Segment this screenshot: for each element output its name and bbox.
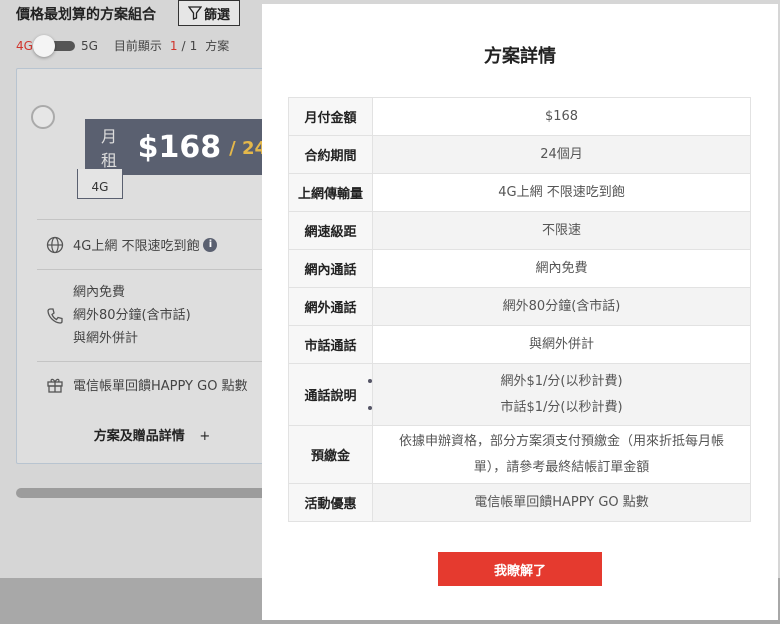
row-value: 電信帳單回饋HAPPY GO 點數 bbox=[372, 483, 751, 522]
table-row: 網內通話 網內免費 bbox=[288, 249, 751, 288]
filter-button[interactable]: 篩選 bbox=[178, 0, 240, 26]
price-tag: 月租 $168 / 24個 bbox=[85, 119, 285, 175]
network-toggle[interactable] bbox=[32, 34, 75, 57]
plan-select-radio[interactable] bbox=[31, 105, 55, 129]
feature-data-text: 4G上網 不限速吃到飽 bbox=[73, 239, 200, 254]
row-value: 網外80分鐘(含市話) bbox=[372, 287, 751, 326]
network-4g-label: 4G bbox=[16, 38, 33, 53]
row-label: 月付金額 bbox=[288, 97, 373, 136]
row-value: 24個月 bbox=[372, 135, 751, 174]
horizontal-scrollbar[interactable] bbox=[16, 488, 276, 498]
plan-details-label: 方案及贈品詳情 bbox=[93, 429, 185, 444]
row-value-line1: 網外$1/分(以秒計費) bbox=[500, 373, 623, 389]
feature-call-line1: 網內免費 bbox=[73, 285, 126, 300]
globe-icon bbox=[37, 236, 73, 254]
row-label: 網內通話 bbox=[288, 249, 373, 288]
info-icon[interactable]: i bbox=[203, 237, 218, 252]
table-row: 市話通話 與網外併計 bbox=[288, 325, 751, 364]
feature-data: 4G上網 不限速吃到飽 i bbox=[37, 219, 277, 269]
row-value: $168 bbox=[372, 97, 751, 136]
row-label: 合約期間 bbox=[288, 135, 373, 174]
plus-icon: + bbox=[199, 429, 211, 444]
row-value-line2: 單），請參考最終結帳訂單金額 bbox=[473, 459, 650, 475]
price-amount: $168 bbox=[137, 129, 222, 165]
count-separator: / bbox=[181, 38, 186, 53]
price-label: 月租 bbox=[101, 127, 118, 170]
row-value-line1: 依據申辦資格，部分方案須支付預繳金（用來折抵每月帳 bbox=[398, 433, 724, 449]
row-label: 上網傳輸量 bbox=[288, 173, 373, 212]
feature-call-line2: 網外80分鐘(含市話) bbox=[73, 308, 191, 323]
page-title: 價格最划算的方案組合 bbox=[16, 7, 156, 23]
gift-icon bbox=[37, 376, 73, 394]
network-5g-label: 5G bbox=[80, 38, 98, 53]
row-value: 網內免費 bbox=[372, 249, 751, 288]
plan-card[interactable]: 月租 $168 / 24個 4G 4G上網 不限速吃到飽 i 網內免費 網外80… bbox=[16, 68, 286, 464]
plan-details-link[interactable]: 方案及贈品詳情 + bbox=[17, 425, 287, 444]
table-row: 網外通話 網外80分鐘(含市話) bbox=[288, 287, 751, 326]
modal-title: 方案詳情 bbox=[484, 46, 556, 67]
row-label: 活動優惠 bbox=[288, 483, 373, 522]
bullet-marker bbox=[368, 406, 372, 410]
row-label: 通話說明 bbox=[288, 363, 373, 426]
row-value: 網外$1/分(以秒計費) 市話$1/分(以秒計費) bbox=[372, 363, 751, 426]
filter-icon bbox=[187, 6, 202, 20]
feature-bonus-text: 電信帳單回饋HAPPY GO 點數 bbox=[73, 379, 248, 394]
row-label: 網速級距 bbox=[288, 211, 373, 250]
table-row: 活動優惠 電信帳單回饋HAPPY GO 點數 bbox=[288, 483, 751, 522]
bullet-marker bbox=[368, 379, 372, 383]
row-value: 4G上網 不限速吃到飽 bbox=[372, 173, 751, 212]
row-label: 網外通話 bbox=[288, 287, 373, 326]
table-row: 月付金額 $168 bbox=[288, 97, 751, 136]
toggle-knob[interactable] bbox=[32, 34, 55, 57]
phone-icon bbox=[37, 307, 73, 325]
table-row: 預繳金 依據申辦資格，部分方案須支付預繳金（用來折抵每月帳 單），請參考最終結帳… bbox=[288, 425, 751, 484]
count-total: 1 bbox=[189, 38, 198, 53]
feature-call-line3: 與網外併計 bbox=[73, 331, 139, 346]
feature-calls: 網內免費 網外80分鐘(含市話) 與網外併計 bbox=[37, 269, 277, 361]
plan-details-modal: 方案詳情 月付金額 $168 合約期間 24個月 上網傳輸量 4G上網 不限速吃… bbox=[262, 4, 778, 620]
plan-details-table: 月付金額 $168 合約期間 24個月 上網傳輸量 4G上網 不限速吃到飽 網速… bbox=[288, 97, 751, 522]
count-current: 1 bbox=[169, 38, 178, 53]
row-value: 依據申辦資格，部分方案須支付預繳金（用來折抵每月帳 單），請參考最終結帳訂單金額 bbox=[372, 425, 751, 484]
count-label: 目前顯示 bbox=[113, 39, 162, 53]
network-tab: 4G bbox=[77, 169, 123, 199]
row-label: 市話通話 bbox=[288, 325, 373, 364]
feature-bonus: 電信帳單回饋HAPPY GO 點數 bbox=[37, 361, 277, 407]
table-row: 合約期間 24個月 bbox=[288, 135, 751, 174]
filter-label: 篩選 bbox=[203, 7, 230, 23]
row-value-line2: 市話$1/分(以秒計費) bbox=[500, 399, 623, 415]
row-value: 與網外併計 bbox=[372, 325, 751, 364]
table-row: 網速級距 不限速 bbox=[288, 211, 751, 250]
count-suffix: 方案 bbox=[205, 39, 230, 53]
confirm-button[interactable]: 我瞭解了 bbox=[438, 552, 602, 586]
network-toggle-row: 4G 5G 目前顯示 1 / 1 方案 bbox=[16, 34, 230, 57]
row-label: 預繳金 bbox=[288, 425, 373, 484]
table-row: 通話說明 網外$1/分(以秒計費) 市話$1/分(以秒計費) bbox=[288, 363, 751, 426]
row-value: 不限速 bbox=[372, 211, 751, 250]
table-row: 上網傳輸量 4G上網 不限速吃到飽 bbox=[288, 173, 751, 212]
